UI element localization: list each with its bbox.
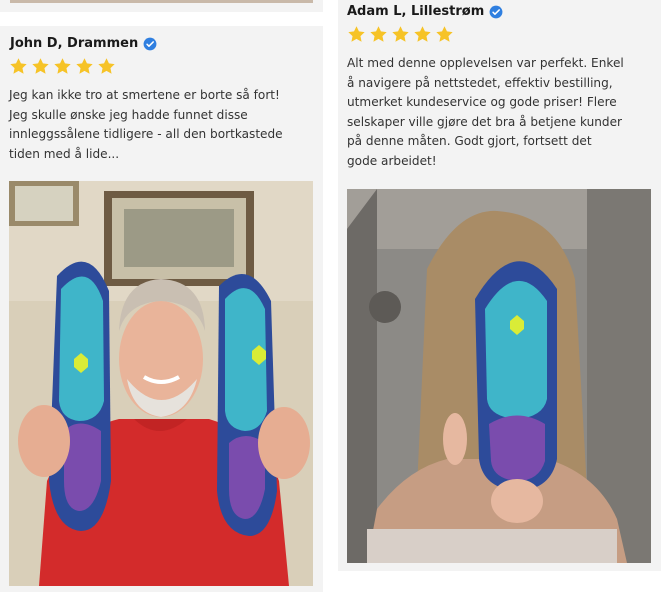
star-rating [9, 57, 116, 76]
review-line: selskaper ville gjøre det bra å betjene … [347, 114, 623, 129]
review-text: Alt med denne opplevelsen var perfekt. E… [347, 54, 659, 172]
star-icon [98, 58, 115, 74]
review-line: gode arbeidet! [347, 153, 437, 168]
review-card: Adam L, Lillestrøm Alt med denne oppleve… [338, 0, 661, 571]
man-with-insoles-image [9, 181, 313, 586]
review-line: Jeg skulle ønske jeg hadde funnet disse [9, 107, 248, 122]
insole [475, 261, 557, 491]
star-icon [392, 26, 409, 42]
reviewer-row: John D, Drammen [10, 36, 157, 51]
review-line: å navigere på nettstedet, effektiv besti… [347, 75, 613, 90]
woman-with-insole-image [347, 189, 651, 563]
review-card: John D, Drammen Jeg kan ikke tro at smer… [0, 26, 323, 592]
star-icon [348, 26, 365, 42]
star-icon [76, 58, 93, 74]
review-photo[interactable] [9, 181, 313, 586]
verified-badge-icon [489, 5, 503, 18]
reviewer-name: Adam L, Lillestrøm [347, 4, 485, 19]
star-icon [10, 58, 27, 74]
review-line: på denne måten. Godt gjort, fortsett det [347, 134, 592, 149]
previous-card-image-edge [10, 0, 313, 3]
review-line: Alt med denne opplevelsen var perfekt. E… [347, 56, 624, 70]
star-icon [54, 58, 71, 74]
review-line: innleggssålene tidligere - all den bortk… [9, 127, 283, 142]
star-icon [370, 26, 387, 42]
star-icon [436, 26, 453, 42]
reviewer-row: Adam L, Lillestrøm [347, 4, 503, 19]
review-text: Jeg kan ikke tro at smertene er borte så… [9, 86, 319, 164]
reviewer-name: John D, Drammen [10, 36, 139, 51]
star-rating [347, 25, 454, 44]
insole-right [217, 274, 277, 536]
previous-card-edge [0, 0, 323, 12]
star-icon [32, 58, 49, 74]
review-line: Jeg kan ikke tro at smertene er borte så… [9, 88, 280, 102]
insole-left [49, 261, 111, 531]
review-line: tiden med å lide... [9, 146, 120, 161]
star-icon [414, 26, 431, 42]
review-line: utmerket kundeservice og gode priser! Fl… [347, 95, 617, 110]
verified-badge-icon [143, 37, 157, 50]
review-photo[interactable] [347, 189, 651, 563]
